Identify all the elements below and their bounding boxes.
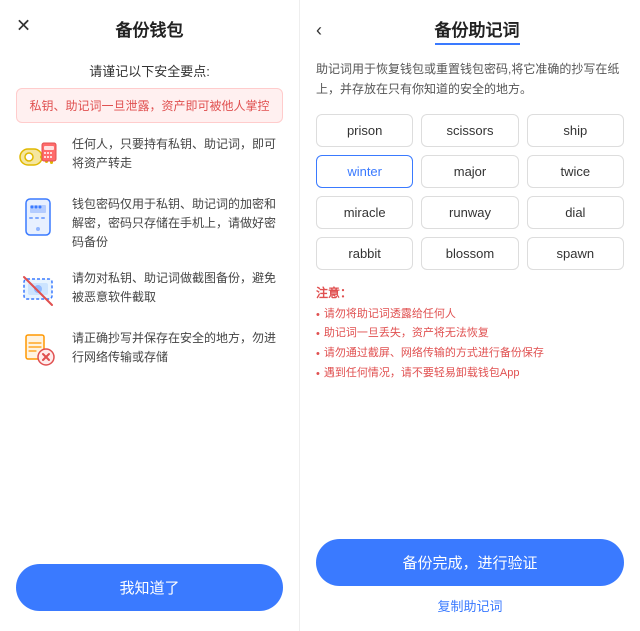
document-icon xyxy=(16,329,60,373)
back-button[interactable]: ‹ xyxy=(316,20,322,41)
left-header: ✕ 备份钱包 xyxy=(0,0,299,51)
mnemonic-word: rabbit xyxy=(316,237,413,270)
item-text-1: 任何人，只要持有私钥、助记词，即可将资产转走 xyxy=(72,135,283,173)
backup-mnemonic-panel: ‹ 备份助记词 助记词用于恢复钱包或重置钱包密码,将它准确的抄写在纸上，并存放在… xyxy=(300,0,640,631)
phone-icon xyxy=(16,195,60,239)
list-item: 钱包密码仅用于私钥、助记词的加密和解密，密码只存储在手机上，请做好密码备份 xyxy=(16,195,283,253)
left-items-list: 任何人，只要持有私钥、助记词，即可将资产转走 钱包密码仅用于私钥、助记词的加密和… xyxy=(0,135,299,552)
notes-title: 注意： xyxy=(316,284,624,301)
mnemonic-word: winter xyxy=(316,155,413,188)
notes-section: 注意： 请勿将助记词透露给任何人助记词一旦丢失，资产将无法恢复请勿通过截屏、网络… xyxy=(316,284,624,384)
notes-item: 请勿通过截屏、网络传输的方式进行备份保存 xyxy=(316,344,624,364)
left-footer: 我知道了 xyxy=(0,552,299,631)
screenshot-icon xyxy=(16,269,60,313)
list-item: 请勿对私钥、助记词做截图备份，避免被恶意软件截取 xyxy=(16,269,283,313)
key-icon xyxy=(16,135,60,179)
warning-box: 私钥、助记词一旦泄露，资产即可被他人掌控 xyxy=(16,88,283,123)
notes-item: 遇到任何情况，请不要轻易卸载钱包App xyxy=(316,364,624,384)
mnemonic-word: dial xyxy=(527,196,624,229)
close-button[interactable]: ✕ xyxy=(16,15,31,36)
acknowledge-button[interactable]: 我知道了 xyxy=(16,564,283,611)
list-item: 请正确抄写并保存在安全的地方，勿进行网络传输或存储 xyxy=(16,329,283,373)
item-text-2: 钱包密码仅用于私钥、助记词的加密和解密，密码只存储在手机上，请做好密码备份 xyxy=(72,195,283,253)
mnemonic-word: major xyxy=(421,155,518,188)
right-title: 备份助记词 xyxy=(435,16,520,45)
list-item: 任何人，只要持有私钥、助记词，即可将资产转走 xyxy=(16,135,283,179)
verify-button[interactable]: 备份完成，进行验证 xyxy=(316,539,624,586)
mnemonic-word: spawn xyxy=(527,237,624,270)
backup-wallet-panel: ✕ 备份钱包 请谨记以下安全要点: 私钥、助记词一旦泄露，资产即可被他人掌控 xyxy=(0,0,300,631)
right-footer: 备份完成，进行验证 复制助记词 xyxy=(300,531,640,631)
item-text-3: 请勿对私钥、助记词做截图备份，避免被恶意软件截取 xyxy=(72,269,283,307)
notes-item: 请勿将助记词透露给任何人 xyxy=(316,305,624,325)
mnemonic-word: twice xyxy=(527,155,624,188)
mnemonic-word: miracle xyxy=(316,196,413,229)
mnemonic-word: prison xyxy=(316,114,413,147)
item-text-4: 请正确抄写并保存在安全的地方，勿进行网络传输或存储 xyxy=(72,329,283,367)
mnemonic-word: scissors xyxy=(421,114,518,147)
right-header: ‹ 备份助记词 xyxy=(300,0,640,55)
mnemonic-word: ship xyxy=(527,114,624,147)
notes-item: 助记词一旦丢失，资产将无法恢复 xyxy=(316,324,624,344)
mnemonic-word: blossom xyxy=(421,237,518,270)
right-description: 助记词用于恢复钱包或重置钱包密码,将它准确的抄写在纸上，并存放在只有你知道的安全… xyxy=(316,59,624,100)
mnemonic-word: runway xyxy=(421,196,518,229)
left-title: 备份钱包 xyxy=(116,16,184,41)
right-title-wrap: 备份助记词 xyxy=(330,16,624,45)
left-subtitle: 请谨记以下安全要点: xyxy=(16,61,283,80)
mnemonic-grid: prisonscissors ship wintermajor twice miracl… xyxy=(316,114,624,270)
copy-mnemonic-link[interactable]: 复制助记词 xyxy=(316,596,624,615)
